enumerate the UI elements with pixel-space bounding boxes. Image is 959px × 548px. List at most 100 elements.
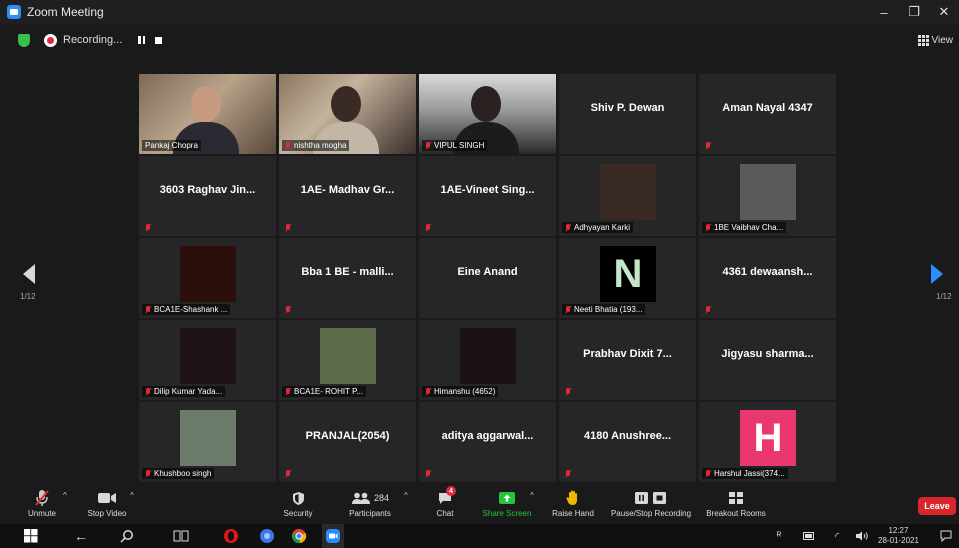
leave-button[interactable]: Leave <box>918 497 956 515</box>
chrome-browser-icon[interactable] <box>288 524 310 548</box>
gallery-grid-icon <box>917 34 929 46</box>
participant-tile[interactable]: 1AE-Vineet Sing... <box>419 156 556 236</box>
recording-status: Recording... <box>63 34 123 46</box>
meeting-info-bar: Recording... View <box>0 24 959 56</box>
task-view-icon[interactable] <box>170 524 192 548</box>
muted-microphone-icon <box>565 470 571 478</box>
participant-tile[interactable]: H Harshul Jassi(374... <box>699 402 836 482</box>
participant-tile[interactable]: Adhyayan Karki <box>559 156 696 236</box>
close-button[interactable]: ✕ <box>929 0 959 24</box>
participant-name: 1AE-Vineet Sing... <box>440 184 535 196</box>
people-icon[interactable]: ᴿ <box>770 524 788 548</box>
participant-tile[interactable]: Shiv P. Dewan <box>559 74 696 154</box>
windows-start-icon[interactable] <box>20 524 42 548</box>
participants-options-chevron-icon[interactable]: ^ <box>404 491 408 500</box>
shield-icon <box>292 491 304 505</box>
participant-tile[interactable]: Himanshu (4652) <box>419 320 556 400</box>
participant-tile[interactable]: BCA1E- ROHIT P... <box>279 320 416 400</box>
windows-taskbar: ← ᴿ ◜ 12:27 28-01-2021 <box>0 524 959 548</box>
participant-label-text: Harshul Jassi(374... <box>714 469 785 478</box>
pause-stop-recording-button[interactable]: Pause/Stop Recording <box>607 487 695 524</box>
participant-tile[interactable]: Dilip Kumar Yada... <box>139 320 276 400</box>
participant-tile[interactable]: Aman Nayal 4347 <box>699 74 836 154</box>
participant-tile[interactable]: Jigyasu sharma... <box>699 320 836 400</box>
participant-label: Harshul Jassi(374... <box>702 468 788 479</box>
participant-label-text: Himanshu (4652) <box>434 387 496 396</box>
participant-label: Pankaj Chopra <box>142 140 201 151</box>
minimize-button[interactable]: – <box>869 0 899 24</box>
battery-icon[interactable] <box>800 524 818 548</box>
raise-hand-button[interactable]: Raise Hand <box>550 487 596 524</box>
opera-browser-icon[interactable] <box>220 524 242 548</box>
audio-options-chevron-icon[interactable]: ^ <box>63 491 67 500</box>
participant-tile[interactable]: N Neeti Bhatia (193... <box>559 238 696 318</box>
share-screen-button[interactable]: Share Screen <box>480 487 534 524</box>
volume-icon[interactable] <box>852 524 872 548</box>
pause-recording-icon[interactable] <box>138 36 146 44</box>
participant-tile[interactable]: Eine Anand <box>419 238 556 318</box>
muted-microphone-icon <box>145 224 151 232</box>
participant-tile[interactable]: Khushboo singh <box>139 402 276 482</box>
muted-microphone-icon <box>285 470 291 478</box>
participant-tile[interactable]: Prabhav Dixit 7... <box>559 320 696 400</box>
zoom-app-icon <box>7 5 21 19</box>
participant-tile[interactable]: nishtha mogha <box>279 74 416 154</box>
breakout-rooms-button[interactable]: Breakout Rooms <box>703 487 769 524</box>
stop-video-button[interactable]: Stop Video <box>82 487 132 524</box>
participants-button[interactable]: 284 Participants <box>342 487 398 524</box>
participant-tile[interactable]: BCA1E-Shashank ... <box>139 238 276 318</box>
muted-microphone-icon <box>425 387 431 396</box>
security-label: Security <box>283 509 313 518</box>
participant-tile[interactable]: 3603 Raghav Jin... <box>139 156 276 236</box>
restore-button[interactable]: ❐ <box>899 0 929 24</box>
stop-recording-icon[interactable] <box>155 36 163 44</box>
muted-microphone-icon <box>565 305 571 314</box>
security-shield-icon[interactable] <box>18 33 30 47</box>
participant-name: PRANJAL(2054) <box>305 430 390 442</box>
participant-label-text: 1BE Vaibhav Cha... <box>714 223 784 232</box>
clock-time: 12:27 <box>888 526 909 535</box>
chromium-browser-icon[interactable] <box>256 524 278 548</box>
notifications-icon[interactable] <box>936 524 956 548</box>
participant-label: BCA1E-Shashank ... <box>142 304 231 315</box>
video-options-chevron-icon[interactable]: ^ <box>130 491 134 500</box>
participant-label <box>562 387 577 397</box>
participant-tile[interactable]: 4180 Anushree... <box>559 402 696 482</box>
muted-microphone-icon <box>565 388 571 396</box>
participant-label <box>282 223 297 233</box>
participant-name: 4180 Anushree... <box>583 430 672 442</box>
participant-tile[interactable]: 1AE- Madhav Gr... <box>279 156 416 236</box>
participant-tile[interactable]: PRANJAL(2054) <box>279 402 416 482</box>
previous-page-icon[interactable] <box>23 264 35 284</box>
participant-tile[interactable]: 4361 dewaansh... <box>699 238 836 318</box>
view-button[interactable]: View <box>917 24 953 56</box>
chat-label: Chat <box>436 509 454 518</box>
participant-tile[interactable]: Bba 1 BE - malli... <box>279 238 416 318</box>
pause-stop-recording-icon <box>635 492 666 504</box>
wifi-icon[interactable]: ◜ <box>828 524 846 548</box>
zoom-window: Zoom Meeting – ❐ ✕ Recording... View 1/1… <box>0 0 959 548</box>
meeting-toolbar: Unmute ^ Stop Video ^ Security 284 Parti… <box>0 486 959 524</box>
chat-button[interactable]: 4 Chat <box>430 486 460 524</box>
back-arrow-icon[interactable]: ← <box>70 524 92 548</box>
next-page-icon[interactable] <box>931 264 943 284</box>
participant-label: Khushboo singh <box>142 468 215 479</box>
share-options-chevron-icon[interactable]: ^ <box>530 491 534 500</box>
muted-microphone-icon <box>145 387 151 396</box>
participant-tile[interactable]: aditya aggarwal... <box>419 402 556 482</box>
participant-label: nishtha mogha <box>282 140 350 151</box>
participant-tile[interactable]: Pankaj Chopra <box>139 74 276 154</box>
participant-label: Himanshu (4652) <box>422 386 499 397</box>
participant-label-text: Adhyayan Karki <box>574 223 631 232</box>
zoom-taskbar-icon[interactable] <box>322 524 344 548</box>
participant-tile[interactable]: 1BE Vaibhav Cha... <box>699 156 836 236</box>
participant-tile[interactable]: VIPUL SINGH <box>419 74 556 154</box>
avatar <box>320 328 376 384</box>
security-button[interactable]: Security <box>278 487 318 524</box>
participant-label: Dilip Kumar Yada... <box>142 386 226 397</box>
participant-face <box>331 86 361 122</box>
avatar <box>180 410 236 466</box>
taskbar-clock[interactable]: 12:27 28-01-2021 <box>878 526 919 546</box>
search-icon[interactable] <box>116 524 138 548</box>
unmute-button[interactable]: Unmute <box>22 487 62 524</box>
